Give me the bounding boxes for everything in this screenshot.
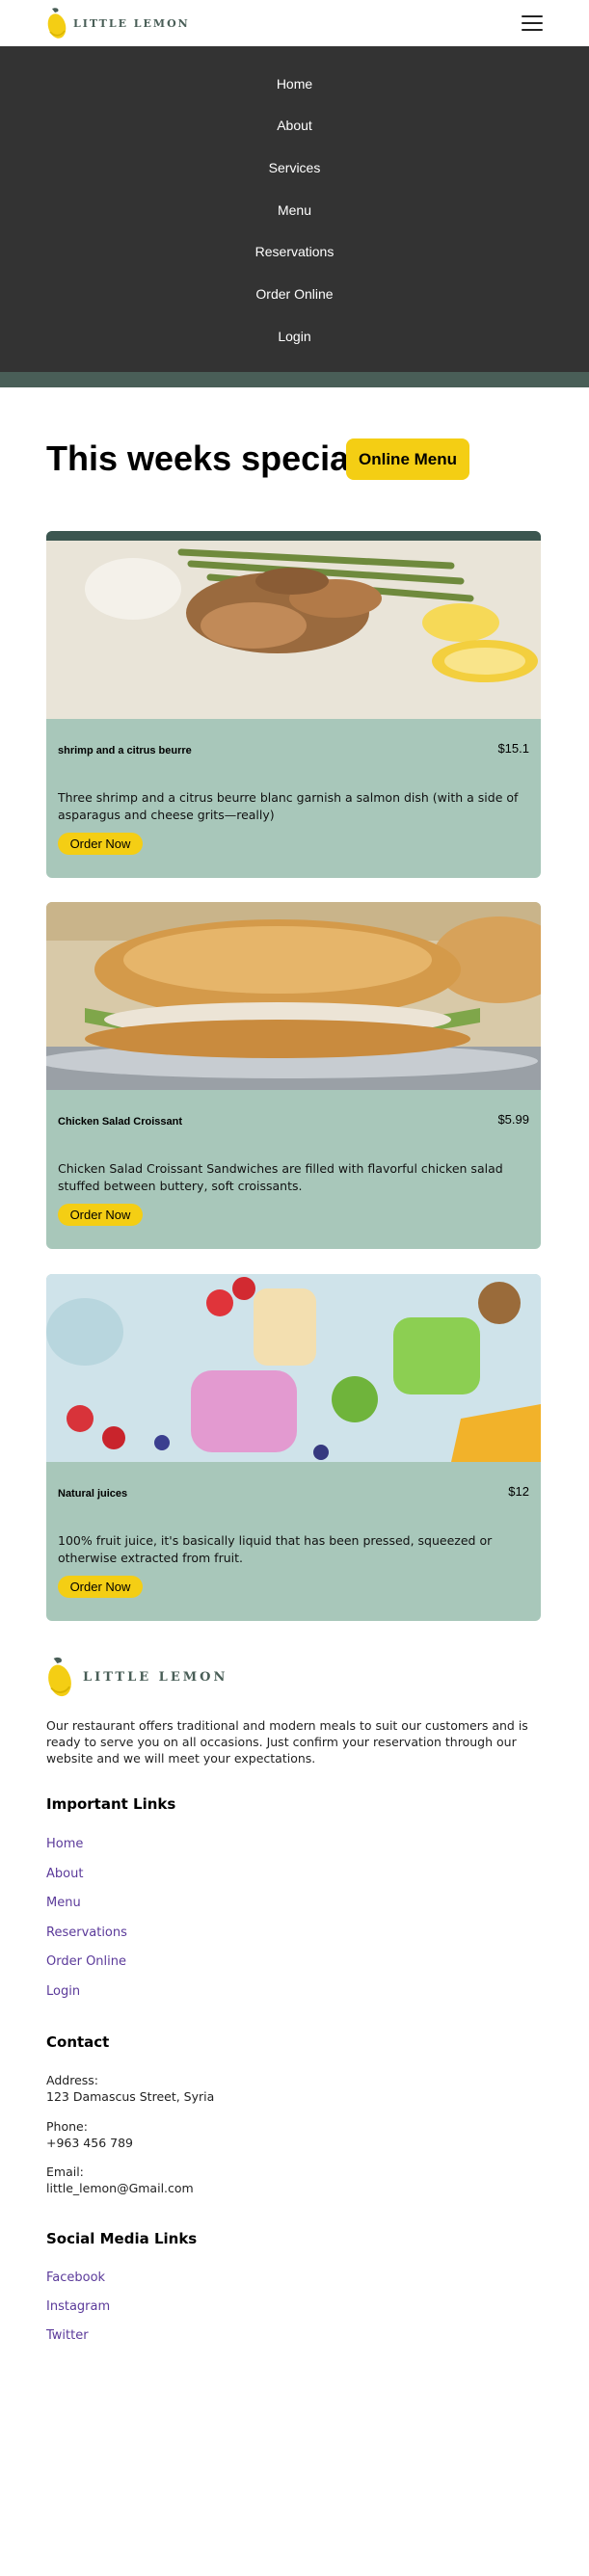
brand-logo[interactable]: LITTLE LEMON bbox=[46, 7, 190, 40]
special-card-juices: Natural juices $12 100% fruit juice, it'… bbox=[46, 1274, 541, 1621]
email-value: little_lemon@Gmail.com bbox=[46, 2181, 194, 2195]
croissant-sandwich-image bbox=[46, 902, 541, 1090]
fruit-juices-image bbox=[46, 1274, 541, 1462]
nav-item-login[interactable]: Login bbox=[278, 329, 310, 344]
brand-name: LITTLE LEMON bbox=[83, 1669, 228, 1685]
footer-link-about[interactable]: About bbox=[46, 1867, 83, 1881]
nav-item-services[interactable]: Services bbox=[269, 160, 321, 175]
card-price: $5.99 bbox=[497, 1112, 529, 1127]
email-label: Email: bbox=[46, 2164, 84, 2179]
order-now-button[interactable]: Order Now bbox=[58, 1204, 143, 1226]
footer-logo[interactable]: LITTLE LEMON bbox=[46, 1656, 228, 1698]
phone-value: +963 456 789 bbox=[46, 2136, 133, 2150]
special-card-shrimp: shrimp and a citrus beurre $15.1 Three s… bbox=[46, 531, 541, 878]
nav-item-about[interactable]: About bbox=[277, 118, 312, 133]
footer-about-text: Our restaurant offers traditional and mo… bbox=[46, 1718, 528, 1766]
contact-address: Address: 123 Damascus Street, Syria bbox=[46, 2072, 214, 2105]
card-dish-name: shrimp and a citrus beurre bbox=[58, 745, 192, 757]
hero-strip bbox=[0, 372, 589, 387]
address-label: Address: bbox=[46, 2073, 98, 2087]
site-header: LITTLE LEMON bbox=[0, 0, 589, 46]
hamburger-menu-icon[interactable] bbox=[522, 15, 543, 31]
nav-item-menu[interactable]: Menu bbox=[278, 202, 311, 218]
lemon-logo-icon bbox=[47, 8, 67, 39]
contact-heading: Contact bbox=[46, 2033, 110, 2051]
card-dish-name: Natural juices bbox=[58, 1488, 128, 1500]
footer-link-home[interactable]: Home bbox=[46, 1837, 83, 1851]
nav-item-reservations[interactable]: Reservations bbox=[255, 244, 335, 259]
footer-link-order-online[interactable]: Order Online bbox=[46, 1954, 126, 1969]
card-description: Chicken Salad Croissant Sandwiches are f… bbox=[58, 1161, 503, 1193]
online-menu-button[interactable]: Online Menu bbox=[346, 438, 469, 480]
order-now-button[interactable]: Order Now bbox=[58, 833, 143, 855]
contact-email: Email: little_lemon@Gmail.com bbox=[46, 2164, 194, 2196]
shrimp-dish-image bbox=[46, 531, 541, 719]
phone-label: Phone: bbox=[46, 2119, 88, 2134]
contact-phone: Phone: +963 456 789 bbox=[46, 2118, 133, 2151]
card-description: Three shrimp and a citrus beurre blanc g… bbox=[58, 790, 519, 822]
card-description: 100% fruit juice, it's basically liquid … bbox=[58, 1533, 493, 1565]
nav-item-order-online[interactable]: Order Online bbox=[255, 286, 333, 302]
card-dish-name: Chicken Salad Croissant bbox=[58, 1116, 182, 1128]
card-price: $12 bbox=[508, 1484, 529, 1499]
footer-link-login[interactable]: Login bbox=[46, 1984, 80, 1999]
nav-item-home[interactable]: Home bbox=[277, 76, 312, 92]
main-nav: Home About Services Menu Reservations Or… bbox=[0, 46, 589, 372]
order-now-button[interactable]: Order Now bbox=[58, 1576, 143, 1598]
footer-link-instagram[interactable]: Instagram bbox=[46, 2299, 110, 2314]
special-card-croissant: Chicken Salad Croissant $5.99 Chicken Sa… bbox=[46, 902, 541, 1249]
specials-title: This weeks specials! bbox=[46, 438, 390, 478]
brand-name: LITTLE LEMON bbox=[73, 16, 190, 30]
social-links-heading: Social Media Links bbox=[46, 2230, 198, 2247]
important-links-heading: Important Links bbox=[46, 1795, 176, 1813]
footer-link-facebook[interactable]: Facebook bbox=[46, 2271, 105, 2285]
lemon-logo-icon bbox=[48, 1657, 71, 1697]
card-price: $15.1 bbox=[497, 741, 529, 756]
footer-link-menu[interactable]: Menu bbox=[46, 1896, 81, 1910]
footer-link-reservations[interactable]: Reservations bbox=[46, 1925, 127, 1940]
address-value: 123 Damascus Street, Syria bbox=[46, 2089, 215, 2104]
footer-link-twitter[interactable]: Twitter bbox=[46, 2328, 89, 2343]
